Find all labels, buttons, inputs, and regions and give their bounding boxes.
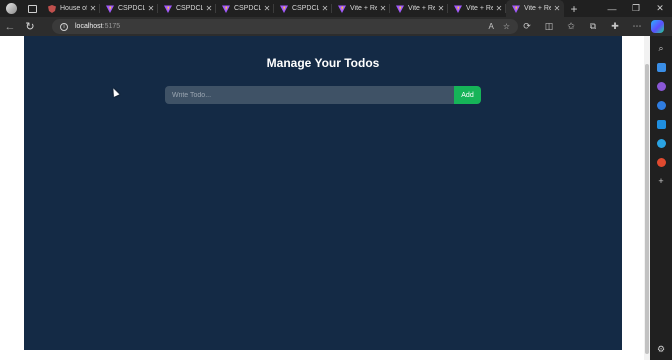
edge-sidebar: ⌕ + ⚙: [650, 36, 672, 360]
close-icon[interactable]: ✕: [379, 4, 387, 13]
tab-title: CSPDCL: [234, 5, 261, 12]
close-icon[interactable]: ✕: [321, 4, 329, 13]
vite-icon: [396, 5, 404, 13]
tab-title: Vite + Rea: [466, 5, 493, 12]
back-arrow-icon[interactable]: ←: [0, 17, 20, 36]
vite-icon: [164, 5, 172, 13]
maximize-icon[interactable]: ❐: [624, 0, 648, 17]
tab-title: Vite + Rea: [408, 5, 435, 12]
new-tab-button[interactable]: +: [566, 2, 582, 16]
tab-8-active[interactable]: Vite + Re ✕: [506, 0, 564, 17]
more-menu-icon[interactable]: ⋯: [629, 21, 645, 32]
vite-icon: [454, 5, 462, 13]
tab-0[interactable]: House of ✕: [42, 0, 100, 17]
tab-2[interactable]: CSPDCL ✕: [158, 0, 216, 17]
shield-icon: [48, 4, 56, 13]
todo-input[interactable]: [165, 86, 454, 104]
tab-title: CSPDCL: [118, 5, 145, 12]
games-icon[interactable]: [654, 98, 668, 112]
tools-icon[interactable]: [654, 79, 668, 93]
reload-icon[interactable]: ↻: [20, 17, 40, 36]
tab-title: Vite + Re: [524, 5, 551, 12]
site-info-icon[interactable]: i: [60, 22, 68, 31]
close-icon[interactable]: ✕: [263, 4, 271, 13]
tab-strip: House of ✕ CSPDCL ✕ CSPDCL ✕ CSPDCL ✕ CS…: [0, 0, 672, 17]
search-icon[interactable]: ⌕: [654, 41, 668, 55]
todo-form: Add: [165, 86, 481, 104]
close-icon[interactable]: ✕: [147, 4, 155, 13]
page-viewport: Manage Your Todos Add: [0, 36, 650, 360]
settings-gear-icon[interactable]: ⚙: [654, 342, 668, 356]
browser-profile-icon[interactable]: [0, 0, 22, 17]
add-sidebar-app-icon[interactable]: +: [654, 174, 668, 188]
vite-icon: [338, 5, 346, 13]
vite-icon: [222, 5, 230, 13]
minimize-icon[interactable]: —: [600, 0, 624, 17]
tab-title: Vite + Rea: [350, 5, 377, 12]
add-button[interactable]: Add: [454, 86, 481, 104]
address-bar[interactable]: i localhost:5175 A ☆: [52, 19, 518, 34]
tab-6[interactable]: Vite + Rea ✕: [390, 0, 448, 17]
outlook-icon[interactable]: [654, 117, 668, 131]
refresh-extension-icon[interactable]: ⟳: [519, 21, 535, 32]
todo-app: Manage Your Todos Add: [24, 36, 622, 350]
window-controls: — ❐ ✕: [600, 0, 672, 17]
close-window-icon[interactable]: ✕: [648, 0, 672, 17]
tab-title: House of: [60, 5, 87, 12]
vite-icon: [280, 5, 288, 13]
favorites-icon[interactable]: ✩: [563, 21, 579, 32]
shopping-tag-icon[interactable]: [654, 60, 668, 74]
split-screen-icon[interactable]: ◫: [541, 21, 557, 32]
tab-actions-icon[interactable]: [22, 0, 42, 17]
vite-icon: [512, 5, 520, 13]
tab-7[interactable]: Vite + Rea ✕: [448, 0, 506, 17]
vite-icon: [106, 5, 114, 13]
copilot-icon[interactable]: [651, 20, 664, 33]
close-icon[interactable]: ✕: [89, 4, 97, 13]
read-aloud-icon[interactable]: A: [488, 22, 493, 31]
tab-4[interactable]: CSPDCL ✕: [274, 0, 332, 17]
toolbar-actions: ⟳ ◫ ✩ ⧉ ✚ ⋯: [519, 17, 664, 36]
app-icon[interactable]: [654, 155, 668, 169]
url-text: localhost:5175: [75, 23, 121, 30]
extensions-icon[interactable]: ✚: [607, 21, 623, 32]
close-icon[interactable]: ✕: [553, 4, 561, 13]
close-icon[interactable]: ✕: [495, 4, 503, 13]
favorite-star-icon[interactable]: ☆: [503, 22, 510, 31]
tab-5[interactable]: Vite + Rea ✕: [332, 0, 390, 17]
close-icon[interactable]: ✕: [205, 4, 213, 13]
tab-title: CSPDCL: [292, 5, 319, 12]
browser-toolbar: ← ↻ i localhost:5175 A ☆ ⟳ ◫ ✩ ⧉ ✚ ⋯: [0, 17, 672, 36]
tab-3[interactable]: CSPDCL ✕: [216, 0, 274, 17]
tab-title: CSPDCL: [176, 5, 203, 12]
page-title: Manage Your Todos: [266, 56, 380, 70]
tab-1[interactable]: CSPDCL ✕: [100, 0, 158, 17]
scrollbar-thumb[interactable]: [645, 64, 649, 354]
telegram-icon[interactable]: [654, 136, 668, 150]
close-icon[interactable]: ✕: [437, 4, 445, 13]
collections-icon[interactable]: ⧉: [585, 21, 601, 32]
